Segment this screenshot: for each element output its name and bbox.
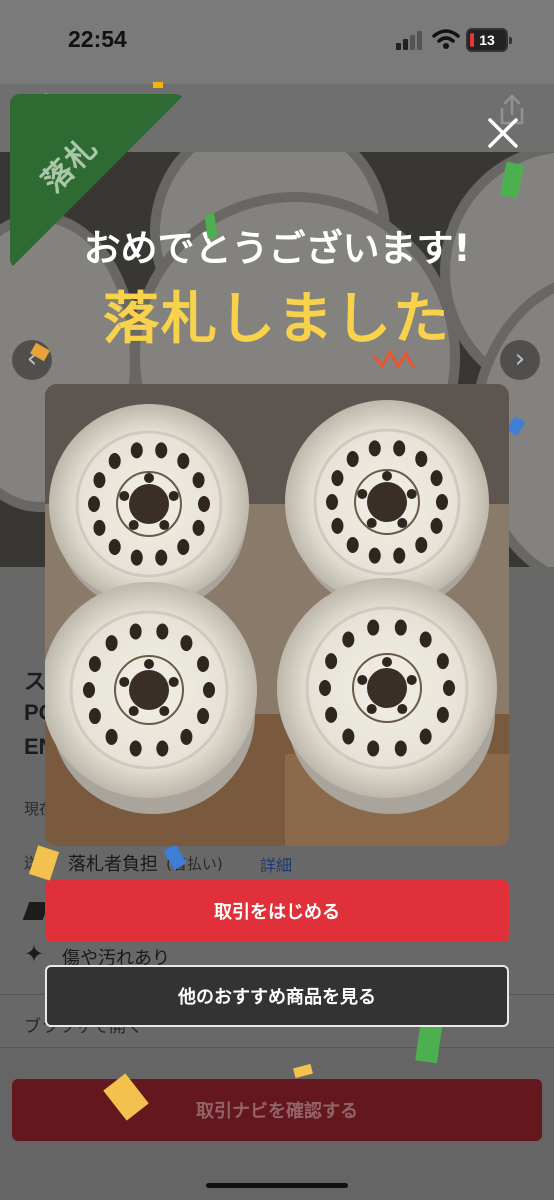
vent-hole	[180, 728, 193, 745]
vent-hole	[93, 472, 106, 489]
vent-hole	[180, 635, 193, 652]
vent-hole	[368, 547, 381, 564]
vent-hole	[129, 623, 142, 640]
lug-hole	[128, 520, 139, 531]
lug-hole	[366, 518, 377, 529]
vent-hole	[105, 728, 118, 745]
lug-hole	[382, 657, 392, 667]
vent-hole	[325, 706, 338, 723]
lug-hole	[144, 659, 154, 669]
lug-hole	[366, 704, 377, 715]
vent-hole	[177, 452, 190, 469]
vent-hole	[177, 539, 190, 556]
vent-hole	[368, 440, 381, 457]
lug-hole	[406, 674, 417, 685]
vent-hole	[346, 450, 359, 467]
congrats-heading: おめでとうございます!	[83, 227, 471, 270]
battery-icon: 13	[466, 28, 512, 52]
vent-hole	[156, 740, 169, 757]
vent-hole	[203, 682, 215, 698]
wifi-icon	[432, 29, 460, 49]
lug-hole	[168, 490, 179, 501]
lug-hole	[144, 473, 154, 483]
vent-hole	[367, 619, 380, 636]
vent-hole	[155, 442, 168, 459]
vent-hole	[108, 539, 121, 556]
vent-hole	[342, 631, 355, 648]
vent-hole	[394, 619, 407, 636]
vent-hole	[430, 517, 443, 534]
vent-hole	[319, 680, 331, 696]
lug-hole	[119, 676, 130, 687]
lug-hole	[397, 704, 408, 715]
vent-hole	[155, 549, 168, 566]
vent-hole	[83, 682, 95, 698]
vent-hole	[415, 537, 428, 554]
lug-hole	[357, 488, 368, 499]
vent-hole	[326, 494, 338, 510]
close-icon[interactable]	[486, 116, 520, 150]
vent-hole	[197, 708, 210, 725]
vent-hole	[436, 653, 449, 670]
confetti-piece	[153, 82, 163, 88]
vent-hole	[93, 519, 106, 536]
vent-hole	[394, 740, 407, 757]
vent-hole	[88, 655, 101, 672]
vent-hole	[129, 740, 142, 757]
vent-hole	[393, 547, 406, 564]
wheels-photo	[45, 384, 509, 846]
lug-hole	[159, 520, 170, 531]
lug-hole	[168, 676, 179, 687]
vent-hole	[342, 728, 355, 745]
vent-hole	[88, 496, 100, 512]
vent-hole	[419, 728, 432, 745]
won-product-image	[45, 384, 509, 846]
vent-hole	[436, 706, 449, 723]
lug-hole	[357, 674, 368, 685]
vent-hole	[419, 631, 432, 648]
lug-hole	[159, 706, 170, 717]
vent-hole	[130, 549, 143, 566]
vent-hole	[331, 470, 344, 487]
vent-hole	[88, 708, 101, 725]
vent-hole	[331, 517, 344, 534]
see-recommendations-button[interactable]: 他のおすすめ商品を見る	[45, 965, 509, 1027]
status-bar: 22:54 13	[0, 0, 554, 84]
vent-hole	[156, 623, 169, 640]
status-time: 22:54	[68, 26, 127, 52]
vent-hole	[192, 519, 205, 536]
vent-hole	[367, 740, 380, 757]
vent-hole	[443, 680, 455, 696]
lug-hole	[128, 706, 139, 717]
vent-hole	[198, 496, 210, 512]
lug-hole	[406, 488, 417, 499]
lug-hole	[382, 471, 392, 481]
cellular-signal-icon	[396, 31, 422, 50]
lug-hole	[119, 490, 130, 501]
vent-hole	[108, 452, 121, 469]
lug-hole	[397, 518, 408, 529]
vent-hole	[197, 655, 210, 672]
wheel-bottom-left	[45, 582, 257, 814]
vent-hole	[393, 440, 406, 457]
confetti-squiggle	[372, 348, 416, 369]
vent-hole	[130, 442, 143, 459]
vent-hole	[105, 635, 118, 652]
vent-hole	[192, 472, 205, 489]
vent-hole	[346, 537, 359, 554]
won-title: 落札しました	[103, 287, 451, 352]
vent-hole	[430, 470, 443, 487]
vent-hole	[436, 494, 448, 510]
vent-hole	[325, 653, 338, 670]
vent-hole	[415, 450, 428, 467]
start-transaction-button[interactable]: 取引をはじめる	[45, 880, 509, 942]
